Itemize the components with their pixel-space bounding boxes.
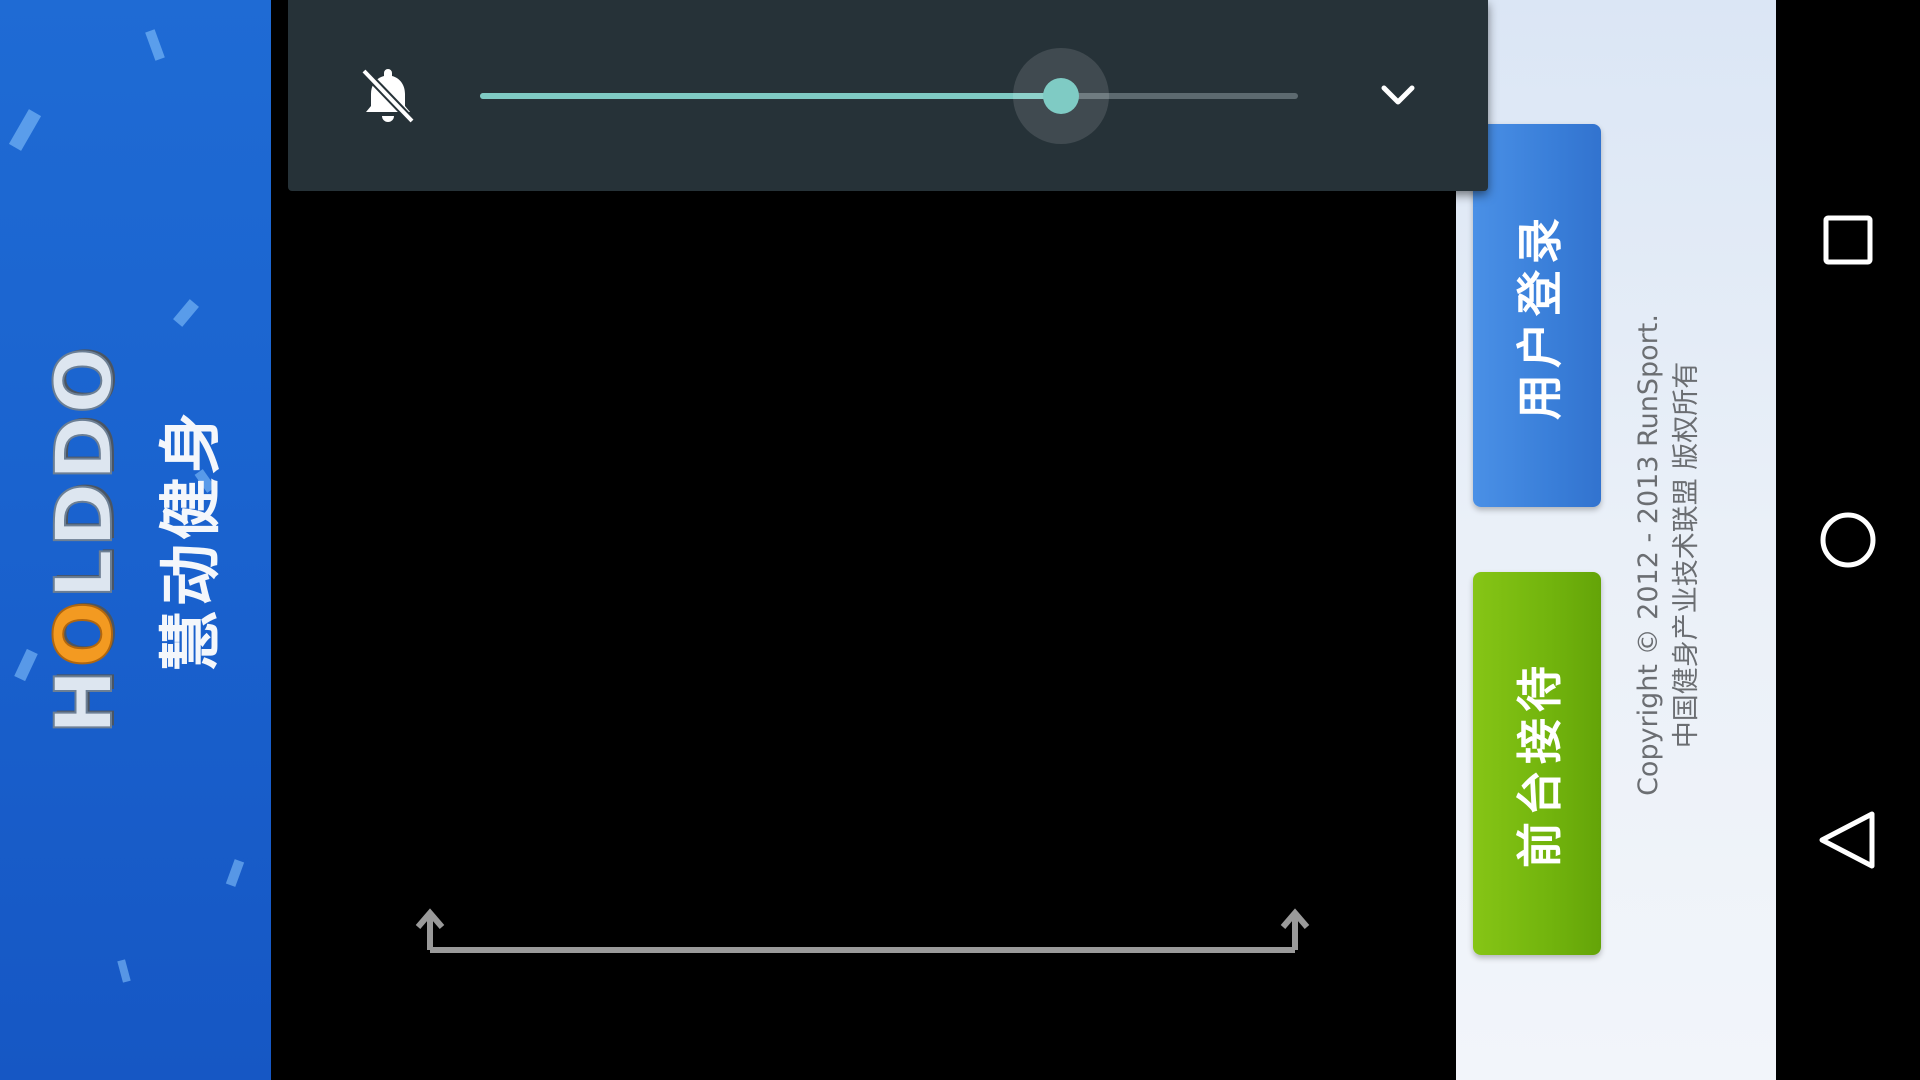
- copyright-line-2: 中国健身产业技术联盟 版权所有: [1671, 361, 1702, 749]
- triangle-back-icon: [1819, 811, 1875, 869]
- logo-letter: H: [39, 666, 131, 735]
- front-desk-reception-label: 前台接待: [1513, 659, 1567, 868]
- back-button[interactable]: [1798, 790, 1898, 890]
- volume-slider-fill: [480, 93, 1061, 99]
- decor-shard: [117, 959, 131, 983]
- swipe-guide-arrows: [415, 908, 1310, 953]
- recents-button[interactable]: [1798, 190, 1898, 290]
- copyright-line-1: Copyright © 2012 - 2013 RunSport.: [1633, 314, 1664, 796]
- decor-shard: [173, 299, 199, 327]
- volume-expand-button[interactable]: [1368, 65, 1428, 125]
- decor-shard: [225, 859, 245, 887]
- front-desk-reception-button[interactable]: 前台接待: [1473, 572, 1601, 955]
- volume-slider[interactable]: [480, 48, 1298, 144]
- ringer-mute-toggle[interactable]: [348, 55, 428, 135]
- volume-slider-thumb[interactable]: [1042, 78, 1079, 114]
- square-icon: [1823, 215, 1873, 265]
- logo-o-mark: O: [39, 598, 131, 668]
- bell-off-icon: [361, 68, 415, 124]
- user-login-label: 用户登录: [1513, 211, 1567, 420]
- brand-logo: HOLDDO 慧动健身: [39, 344, 230, 735]
- logo-letters: LDDO: [39, 344, 131, 600]
- copyright-notice: Copyright © 2012 - 2013 RunSport. 中国健身产业…: [1630, 314, 1706, 796]
- decor-shard: [145, 29, 165, 61]
- decor-shard: [14, 648, 38, 682]
- chevron-down-icon: [1381, 85, 1415, 105]
- decor-shard: [8, 109, 42, 151]
- logo-wordmark: HOLDDO: [39, 344, 131, 735]
- circle-icon: [1820, 512, 1876, 568]
- brand-name: 慧动健身: [154, 407, 227, 673]
- system-navigation-bar: [1776, 0, 1920, 1080]
- brand-panel: HOLDDO 慧动健身: [0, 0, 271, 1080]
- home-button[interactable]: [1798, 490, 1898, 590]
- user-login-button[interactable]: 用户登录: [1473, 124, 1601, 507]
- volume-dialog: [288, 0, 1488, 191]
